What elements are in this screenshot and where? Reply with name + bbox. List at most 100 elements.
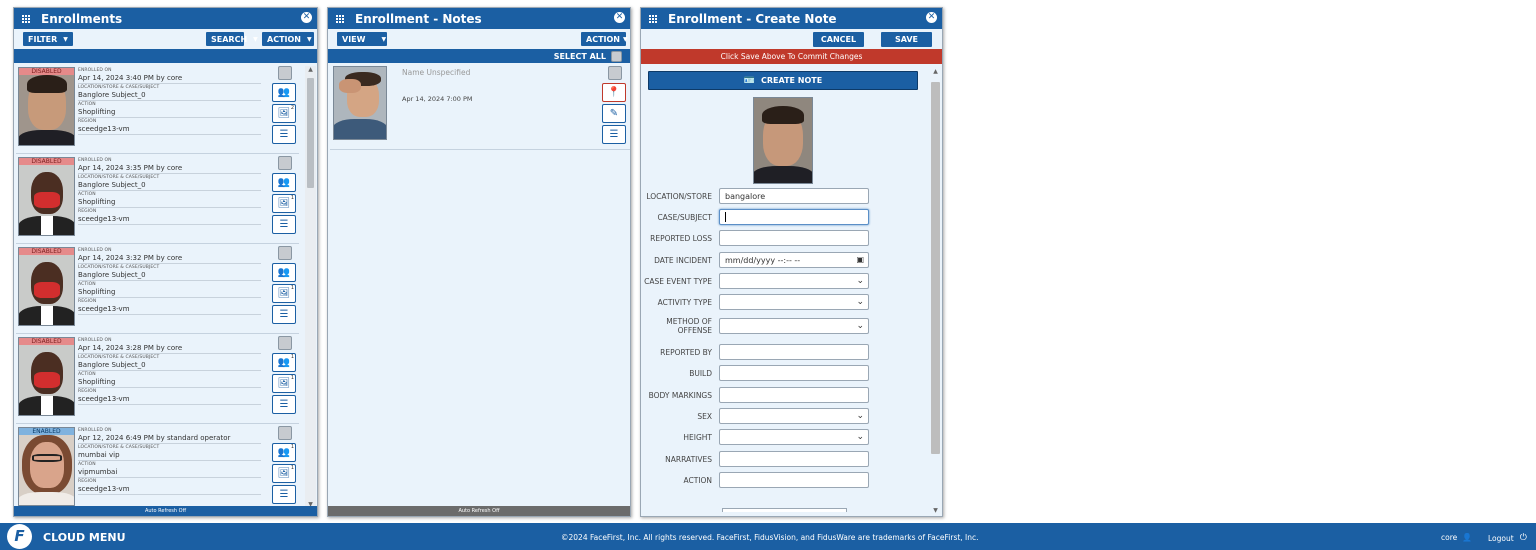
notes-panel: Enrollment - Notes ✕ VIEW ▼ ACTION ▼ SELEC… <box>327 7 631 517</box>
activity-type-select[interactable]: ⌄ <box>719 294 869 310</box>
group-icon[interactable]: 👥 <box>272 263 296 282</box>
location-value: Banglore Subject_0 <box>78 271 261 281</box>
note-photo[interactable] <box>333 66 387 140</box>
user-menu[interactable]: core 👤 <box>1441 533 1472 542</box>
location-label: LOCATION/STORE <box>646 191 712 201</box>
scroll-up-icon[interactable]: ▲ <box>305 66 316 73</box>
enrollment-card[interactable]: DISABLED ENROLLED ON Apr 14, 2024 3:35 P… <box>16 154 299 244</box>
image-icon[interactable]: 🖼 1 <box>272 194 296 213</box>
enrollments-scrollbar[interactable]: ▲ ▼ <box>305 66 316 508</box>
image-icon[interactable]: 🖼 1 <box>272 374 296 393</box>
reported-loss-input[interactable] <box>719 230 869 246</box>
subject-photo[interactable] <box>753 97 813 184</box>
select-checkbox[interactable] <box>278 426 292 440</box>
subject-photo[interactable]: DISABLED <box>18 337 75 416</box>
logout-label: Logout <box>1488 533 1514 543</box>
build-input[interactable] <box>719 365 869 381</box>
auto-refresh-status[interactable]: Auto Refresh Off <box>328 506 630 516</box>
location-row: LOCATION/STORE bangalore <box>641 188 927 204</box>
subject-photo[interactable]: DISABLED <box>18 157 75 236</box>
create-note-scrollbar[interactable]: ▲ ▼ <box>930 68 941 514</box>
action-input[interactable] <box>719 472 869 488</box>
action-button[interactable]: ACTION ▼ <box>581 32 628 46</box>
menu-icon[interactable]: ☰ <box>272 485 296 504</box>
select-checkbox[interactable] <box>278 156 292 170</box>
filter-button[interactable]: FILTER ▼ <box>23 32 73 46</box>
edit-icon[interactable]: ✎ <box>602 104 626 123</box>
body-markings-input[interactable] <box>719 387 869 403</box>
note-card[interactable]: Name Unspecified Apr 14, 2024 7:00 PM 📍 … <box>330 64 630 150</box>
chevron-down-icon: ▼ <box>381 35 387 43</box>
save-button[interactable]: SAVE <box>881 31 932 47</box>
subject-photo[interactable]: ENABLED <box>18 427 75 506</box>
enrollment-fields: ENROLLED ON Apr 14, 2024 3:35 PM by core… <box>78 158 261 226</box>
close-icon[interactable]: ✕ <box>926 12 937 23</box>
sex-select[interactable]: ⌄ <box>719 408 869 424</box>
grid-icon[interactable] <box>22 14 30 23</box>
enrollment-card[interactable]: DISABLED ENROLLED ON Apr 14, 2024 3:32 P… <box>16 244 299 334</box>
scrollbar-thumb[interactable] <box>307 78 314 188</box>
case-event-type-select[interactable]: ⌄ <box>719 273 869 289</box>
date-incident-label: DATE INCIDENT <box>654 255 712 265</box>
activity-type-row: ACTIVITY TYPE ⌄ <box>641 294 927 310</box>
search-button[interactable]: SEARCH ▼ <box>206 32 258 46</box>
cloud-menu-label[interactable]: CLOUD MENU <box>43 531 126 544</box>
body-markings-row: BODY MARKINGS <box>641 387 927 403</box>
logout-button[interactable]: Logout ⏻ <box>1488 533 1527 543</box>
menu-icon[interactable]: ☰ <box>272 125 296 144</box>
hand-shape <box>338 79 361 93</box>
group-icon[interactable]: 👥 <box>272 83 296 102</box>
cancel-button[interactable]: CANCEL <box>813 31 864 47</box>
menu-icon[interactable]: ☰ <box>602 125 626 144</box>
subject-photo[interactable]: DISABLED <box>18 247 75 326</box>
close-icon[interactable]: ✕ <box>614 12 625 23</box>
menu-icon[interactable]: ☰ <box>272 215 296 234</box>
select-all-label[interactable]: SELECT ALL <box>554 52 606 61</box>
reported-by-input[interactable] <box>719 344 869 360</box>
scroll-down-icon[interactable]: ▼ <box>930 507 941 514</box>
auto-refresh-status[interactable]: Auto Refresh Off <box>14 506 317 516</box>
card-actions: 👥 🖼 1 ☰ <box>272 156 298 236</box>
enrolled-on-value: Apr 12, 2024 6:49 PM by standard operato… <box>78 434 261 444</box>
menu-icon[interactable]: ☰ <box>272 395 296 414</box>
view-button[interactable]: VIEW ▼ <box>337 32 387 46</box>
action-value: Shoplifting <box>78 198 261 208</box>
select-checkbox[interactable] <box>278 66 292 80</box>
select-all-checkbox[interactable] <box>611 50 622 62</box>
select-checkbox[interactable] <box>278 246 292 260</box>
subject-photo[interactable]: DISABLED <box>18 67 75 146</box>
map-pin-icon[interactable]: 📍 <box>602 83 626 102</box>
menu-icon[interactable]: ☰ <box>272 305 296 324</box>
height-select[interactable]: ⌄ <box>719 429 869 445</box>
group-icon[interactable]: 👥 1 <box>272 443 296 462</box>
select-checkbox[interactable] <box>608 66 622 80</box>
reported-by-label: REPORTED BY <box>660 347 712 357</box>
date-incident-input[interactable]: mm/dd/yyyy --:-- -- ▣ <box>719 252 869 268</box>
group-icon[interactable]: 👥 1 <box>272 353 296 372</box>
next-field-input[interactable] <box>722 508 847 512</box>
create-note-button[interactable]: 🪪 CREATE NOTE <box>648 71 918 90</box>
method-of-offense-label: METHOD OF OFFENSE <box>666 317 712 335</box>
close-icon[interactable]: ✕ <box>301 12 312 23</box>
scroll-up-icon[interactable]: ▲ <box>930 68 941 75</box>
region-value: sceedge13-vm <box>78 305 261 315</box>
image-icon[interactable]: 🖼 2 <box>272 104 296 123</box>
facefirst-logo-icon[interactable]: F <box>7 524 32 549</box>
group-icon[interactable]: 👥 <box>272 173 296 192</box>
method-of-offense-select[interactable]: ⌄ <box>719 318 869 334</box>
enrollment-card[interactable]: DISABLED ENROLLED ON Apr 14, 2024 3:40 P… <box>16 64 299 154</box>
grid-icon[interactable] <box>336 14 344 23</box>
grid-icon[interactable] <box>649 14 657 23</box>
location-input[interactable]: bangalore <box>719 188 869 204</box>
image-icon[interactable]: 🖼 1 <box>272 284 296 303</box>
scrollbar-thumb[interactable] <box>931 82 940 454</box>
narratives-input[interactable] <box>719 451 869 467</box>
enrollment-card[interactable]: DISABLED ENROLLED ON Apr 14, 2024 3:28 P… <box>16 334 299 424</box>
select-checkbox[interactable] <box>278 336 292 350</box>
calendar-icon[interactable]: ▣ <box>856 255 864 264</box>
group-count: 1 <box>290 444 294 450</box>
action-button[interactable]: ACTION ▼ <box>262 32 314 46</box>
enrollment-card[interactable]: ENABLED ENROLLED ON Apr 12, 2024 6:49 PM… <box>16 424 299 506</box>
image-icon[interactable]: 🖼 1 <box>272 464 296 483</box>
case-subject-input[interactable] <box>719 209 869 225</box>
